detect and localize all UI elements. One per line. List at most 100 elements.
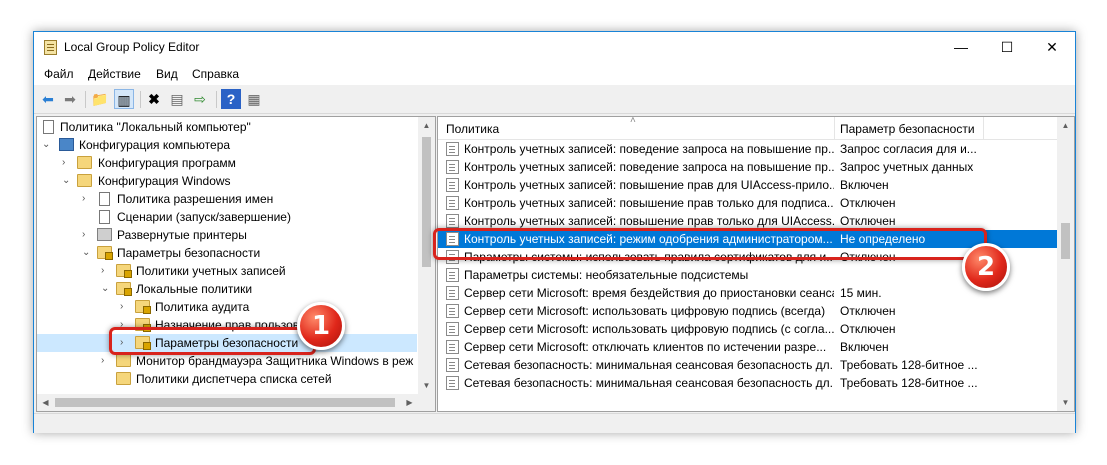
- security-folder-icon: [97, 246, 113, 260]
- tree-item-name-resolution[interactable]: › Политика разрешения имен: [37, 190, 417, 208]
- policy-setting-icon: [446, 376, 459, 390]
- scroll-down-icon[interactable]: ▼: [1057, 394, 1074, 411]
- tree-item-windows-config[interactable]: ⌄ Конфигурация Windows: [37, 172, 417, 190]
- back-arrow-icon[interactable]: ⬅: [38, 89, 58, 109]
- tree-item-label: Сценарии (запуск/завершение): [117, 210, 291, 224]
- scroll-down-icon[interactable]: ▼: [418, 377, 435, 394]
- minimize-button[interactable]: —: [938, 32, 984, 63]
- column-divider[interactable]: [983, 117, 984, 139]
- tree-item-security-settings[interactable]: ⌄ Параметры безопасности: [37, 244, 417, 262]
- tree-item-account-policies[interactable]: › Политики учетных записей: [37, 262, 417, 280]
- policy-row[interactable]: Контроль учетных записей: повышение прав…: [438, 176, 1057, 194]
- show-hide-tree-icon[interactable]: ▥: [114, 89, 134, 109]
- tree-horizontal-scrollbar[interactable]: ◀ ▶: [37, 394, 418, 411]
- highlight-admin-approval-mode: [433, 228, 987, 260]
- scripts-icon: [99, 210, 110, 224]
- policy-row[interactable]: Контроль учетных записей: поведение запр…: [438, 140, 1057, 158]
- chevron-right-icon[interactable]: ›: [101, 265, 111, 277]
- policy-name: Контроль учетных записей: поведение запр…: [464, 142, 834, 156]
- chevron-right-icon[interactable]: ›: [101, 355, 111, 367]
- policy-row[interactable]: Сервер сети Microsoft: отключать клиенто…: [438, 338, 1057, 356]
- filter-icon[interactable]: ▦: [244, 89, 264, 109]
- step-badge-two: 2: [962, 243, 1010, 291]
- policy-value: Отключен: [840, 322, 896, 336]
- tree-item-root[interactable]: Политика "Локальный компьютер": [37, 118, 417, 136]
- list-vertical-scrollbar[interactable]: ▲ ▼: [1057, 117, 1074, 411]
- scroll-up-icon[interactable]: ▲: [1057, 117, 1074, 134]
- scroll-right-icon[interactable]: ▶: [401, 394, 418, 411]
- list-vscroll-thumb[interactable]: [1061, 223, 1070, 259]
- policy-value: Запрос согласия для и...: [840, 142, 977, 156]
- folder-icon: [116, 354, 131, 367]
- tree-item-label: Конфигурация программ: [98, 156, 236, 170]
- security-folder-icon: [135, 300, 151, 314]
- menu-view[interactable]: Вид: [156, 67, 178, 81]
- toolbar-separator: [216, 91, 217, 108]
- chevron-down-icon[interactable]: ⌄: [101, 283, 111, 295]
- policy-row[interactable]: Сервер сети Microsoft: время бездействия…: [438, 284, 1057, 302]
- console-tree: Политика "Локальный компьютер" ⌄ Конфигу…: [36, 116, 436, 412]
- tree-item-label: Развернутые принтеры: [117, 228, 247, 242]
- close-button[interactable]: ✕: [1029, 32, 1075, 63]
- chevron-right-icon[interactable]: ›: [82, 193, 92, 205]
- scroll-left-icon[interactable]: ◀: [37, 394, 54, 411]
- policy-row[interactable]: Сервер сети Microsoft: использовать цифр…: [438, 320, 1057, 338]
- folder-icon: [77, 156, 92, 169]
- properties-icon[interactable]: ▤: [167, 89, 187, 109]
- column-header-policy[interactable]: Политика: [446, 122, 499, 136]
- policy-setting-icon: [446, 142, 459, 156]
- chevron-right-icon[interactable]: ›: [82, 229, 92, 241]
- policy-name: Контроль учетных записей: поведение запр…: [464, 160, 834, 174]
- policy-value: Включен: [840, 178, 889, 192]
- maximize-button[interactable]: ☐: [984, 32, 1030, 63]
- tree-item-scripts[interactable]: Сценарии (запуск/завершение): [37, 208, 417, 226]
- policy-row[interactable]: Сетевая безопасность: минимальная сеансо…: [438, 374, 1057, 392]
- tree-item-audit-policy[interactable]: › Политика аудита: [37, 298, 417, 316]
- policy-setting-icon: [446, 178, 459, 192]
- policy-row[interactable]: Сервер сети Microsoft: использовать цифр…: [438, 302, 1057, 320]
- column-header-setting[interactable]: Параметр безопасности: [840, 122, 975, 136]
- help-icon[interactable]: ?: [221, 89, 241, 109]
- chevron-right-icon[interactable]: ›: [120, 301, 130, 313]
- window-title: Local Group Policy Editor: [64, 40, 200, 54]
- security-folder-icon: [116, 264, 132, 278]
- menu-help[interactable]: Справка: [192, 67, 239, 81]
- policy-setting-icon: [446, 340, 459, 354]
- policy-setting-icon: [446, 286, 459, 300]
- tree-item-printers[interactable]: › Развернутые принтеры: [37, 226, 417, 244]
- policy-name: Параметры системы: необязательные подсис…: [464, 268, 749, 282]
- menu-file[interactable]: Файл: [44, 67, 74, 81]
- policy-row[interactable]: Сетевая безопасность: минимальная сеансо…: [438, 356, 1057, 374]
- sort-ascending-icon: ˄: [630, 116, 636, 126]
- tree-item-network-list[interactable]: Политики диспетчера списка сетей: [37, 370, 417, 388]
- column-divider[interactable]: [834, 117, 835, 139]
- forward-arrow-icon[interactable]: ➡: [60, 89, 80, 109]
- up-folder-icon[interactable]: 📁: [90, 89, 110, 109]
- tree-hscroll-thumb[interactable]: [55, 398, 395, 407]
- tree-vscroll-thumb[interactable]: [422, 137, 431, 267]
- highlight-security-options: [109, 327, 316, 355]
- printer-icon: [97, 228, 112, 241]
- policy-value: Включен: [840, 340, 889, 354]
- chevron-down-icon[interactable]: ⌄: [62, 175, 72, 187]
- chevron-down-icon[interactable]: ⌄: [42, 139, 52, 151]
- chevron-down-icon[interactable]: ⌄: [82, 247, 92, 259]
- toolbar: ⬅ ➡ 📁 ▥ ✖ ▤ ⇨ ? ▦: [34, 85, 1075, 114]
- folder-icon: [116, 372, 131, 385]
- policy-name: Сетевая безопасность: минимальная сеансо…: [464, 376, 834, 390]
- tree-item-computer-config[interactable]: ⌄ Конфигурация компьютера: [37, 136, 417, 154]
- policy-value: Требовать 128-битное ...: [840, 358, 978, 372]
- policy-row[interactable]: Контроль учетных записей: поведение запр…: [438, 158, 1057, 176]
- policy-document-icon: [43, 120, 54, 134]
- scroll-up-icon[interactable]: ▲: [418, 117, 435, 134]
- export-list-icon[interactable]: ⇨: [190, 89, 210, 109]
- status-bar: [34, 413, 1075, 433]
- policy-row[interactable]: Контроль учетных записей: повышение прав…: [438, 194, 1057, 212]
- chevron-right-icon[interactable]: ›: [62, 157, 72, 169]
- policy-value: Отключен: [840, 304, 896, 318]
- menu-action[interactable]: Действие: [88, 67, 141, 81]
- policy-name: Сервер сети Microsoft: время бездействия…: [464, 286, 834, 300]
- delete-icon[interactable]: ✖: [144, 89, 164, 109]
- tree-item-local-policies[interactable]: ⌄ Локальные политики: [37, 280, 417, 298]
- tree-item-software-config[interactable]: › Конфигурация программ: [37, 154, 417, 172]
